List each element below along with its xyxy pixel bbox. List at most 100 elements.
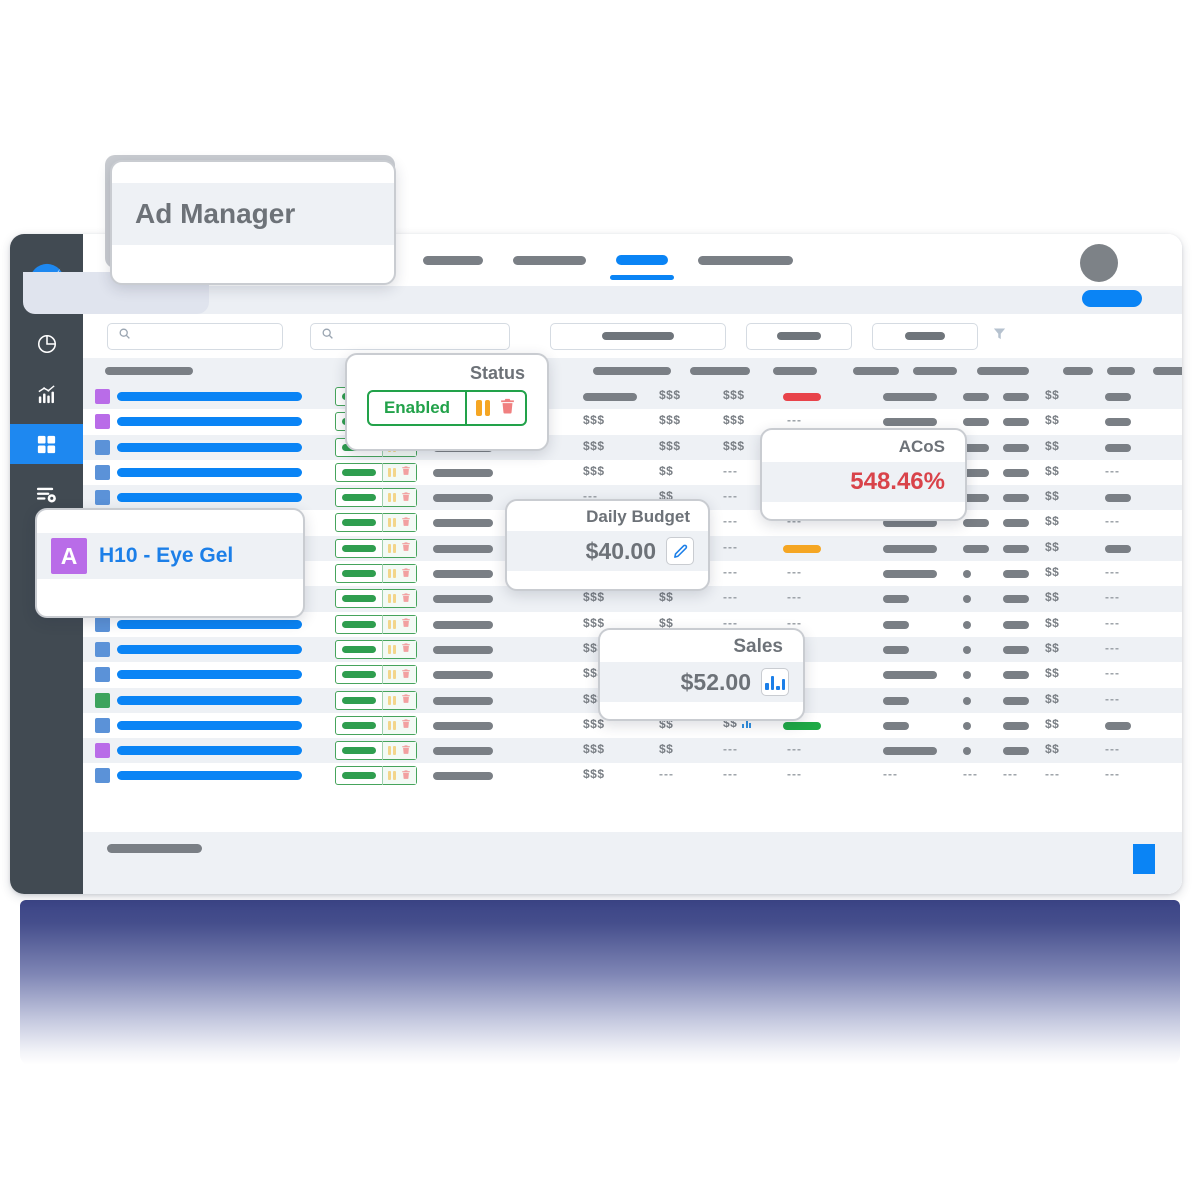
pause-icon[interactable]	[388, 467, 396, 477]
row-type-badge	[95, 389, 110, 404]
search-input[interactable]	[107, 322, 283, 350]
trash-icon[interactable]	[401, 463, 411, 481]
table-column-header[interactable]	[913, 367, 957, 375]
campaign-name-placeholder[interactable]	[117, 392, 302, 401]
status-control[interactable]: Enabled	[367, 390, 527, 426]
campaign-name-placeholder[interactable]	[117, 695, 302, 705]
row-status-control[interactable]	[335, 538, 417, 558]
trash-icon[interactable]	[401, 640, 411, 658]
pause-icon[interactable]	[388, 695, 396, 705]
table-cell-placeholder	[1003, 494, 1029, 503]
table-column-header[interactable]	[977, 367, 1029, 375]
bar-chart-icon[interactable]	[761, 668, 789, 696]
table-row[interactable]: $$$ $$$ $$	[83, 384, 1182, 410]
row-status-control[interactable]	[335, 690, 417, 710]
row-status-control[interactable]	[335, 715, 417, 735]
row-status-control[interactable]	[335, 741, 417, 761]
pause-icon[interactable]	[476, 400, 490, 416]
campaign-name-placeholder[interactable]	[117, 746, 302, 756]
row-status-control[interactable]	[335, 564, 417, 584]
sales-value: $52.00	[680, 668, 751, 695]
table-cell-empty: ---	[723, 767, 738, 782]
campaign-name-placeholder[interactable]	[117, 644, 302, 654]
search-input-secondary[interactable]	[310, 322, 510, 350]
trash-icon[interactable]	[401, 691, 411, 709]
row-status-control[interactable]	[335, 665, 417, 685]
nav-tab-4[interactable]	[698, 255, 793, 265]
pause-icon[interactable]	[388, 720, 396, 730]
filter-select-3[interactable]	[872, 322, 978, 350]
table-column-header[interactable]	[1107, 367, 1135, 375]
nav-tab-3-active[interactable]	[610, 255, 674, 280]
row-status-control[interactable]	[335, 488, 417, 508]
campaign-name-placeholder[interactable]	[117, 493, 302, 503]
table-cell-placeholder	[963, 544, 989, 553]
pause-icon[interactable]	[388, 569, 396, 579]
pencil-edit-icon[interactable]	[666, 537, 694, 565]
primary-action-button[interactable]	[1082, 290, 1142, 307]
pause-icon[interactable]	[388, 518, 396, 528]
sidebar-item-reports[interactable]	[10, 374, 83, 414]
trash-icon[interactable]	[499, 397, 516, 420]
pause-icon[interactable]	[388, 543, 396, 553]
table-row[interactable]: $$$$$------$$---	[83, 738, 1182, 764]
row-status-control[interactable]	[335, 589, 417, 609]
sidebar-item-analytics[interactable]	[10, 324, 83, 364]
row-status-control[interactable]	[335, 766, 417, 786]
trash-icon[interactable]	[401, 666, 411, 684]
user-avatar[interactable]	[1080, 244, 1118, 282]
table-column-header[interactable]	[690, 367, 750, 375]
table-column-header[interactable]	[853, 367, 899, 375]
table-cell-empty: ---	[787, 590, 802, 605]
trash-icon[interactable]	[401, 615, 411, 633]
trash-icon[interactable]	[401, 742, 411, 760]
pause-icon[interactable]	[388, 746, 396, 756]
row-status-control[interactable]	[335, 462, 417, 482]
table-row[interactable]: $$$ --- --- --- --- --- --- --- ---	[83, 763, 1182, 788]
scroll-to-top-button[interactable]	[1133, 844, 1155, 874]
table-row[interactable]: $$$$$------$$---	[83, 460, 1182, 485]
trash-icon[interactable]	[401, 590, 411, 608]
row-status-control[interactable]	[335, 639, 417, 659]
campaign-name-placeholder[interactable]	[117, 417, 302, 427]
sidebar-item-ad-manager[interactable]	[10, 424, 83, 464]
table-row[interactable]: $$$$$$$$$---$$	[83, 409, 1182, 434]
trash-icon[interactable]	[401, 716, 411, 734]
table-cell-placeholder	[883, 747, 937, 756]
status-enabled-indicator	[342, 494, 376, 502]
pause-icon[interactable]	[388, 493, 396, 503]
table-column-header[interactable]	[773, 367, 817, 375]
trash-icon[interactable]	[401, 539, 411, 557]
pause-icon[interactable]	[388, 771, 396, 781]
table-row[interactable]: $$$$$$$$$---$$	[83, 434, 1182, 460]
campaign-name-placeholder[interactable]	[117, 442, 302, 452]
funnel-filter-icon[interactable]	[992, 326, 1007, 346]
table-column-header[interactable]	[593, 367, 671, 375]
nav-tab-2[interactable]	[513, 255, 586, 265]
table-column-header[interactable]	[1153, 367, 1182, 375]
trash-icon[interactable]	[401, 489, 411, 507]
filter-select-1[interactable]	[550, 322, 726, 350]
pause-icon[interactable]	[388, 670, 396, 680]
campaign-name-placeholder[interactable]	[117, 670, 302, 680]
product-band: A H10 - Eye Gel	[37, 533, 303, 579]
campaign-name-placeholder[interactable]	[117, 619, 302, 629]
filter-select-2[interactable]	[746, 322, 852, 350]
table-column-header[interactable]	[105, 367, 193, 375]
row-status-control[interactable]	[335, 614, 417, 634]
pagination-control[interactable]	[107, 844, 202, 853]
campaign-name-placeholder[interactable]	[117, 771, 302, 781]
table-cell-amount: $$	[1045, 388, 1060, 402]
trash-icon[interactable]	[401, 514, 411, 532]
pause-icon[interactable]	[388, 644, 396, 654]
pause-icon[interactable]	[388, 594, 396, 604]
table-column-header[interactable]	[1063, 367, 1093, 375]
campaign-name-placeholder[interactable]	[117, 720, 302, 730]
trash-icon[interactable]	[401, 565, 411, 583]
pause-icon[interactable]	[388, 619, 396, 629]
product-name[interactable]: H10 - Eye Gel	[99, 544, 233, 568]
campaign-name-placeholder[interactable]	[117, 467, 302, 477]
nav-tab-1[interactable]	[423, 255, 483, 265]
row-status-control[interactable]	[335, 513, 417, 533]
trash-icon[interactable]	[401, 767, 411, 785]
